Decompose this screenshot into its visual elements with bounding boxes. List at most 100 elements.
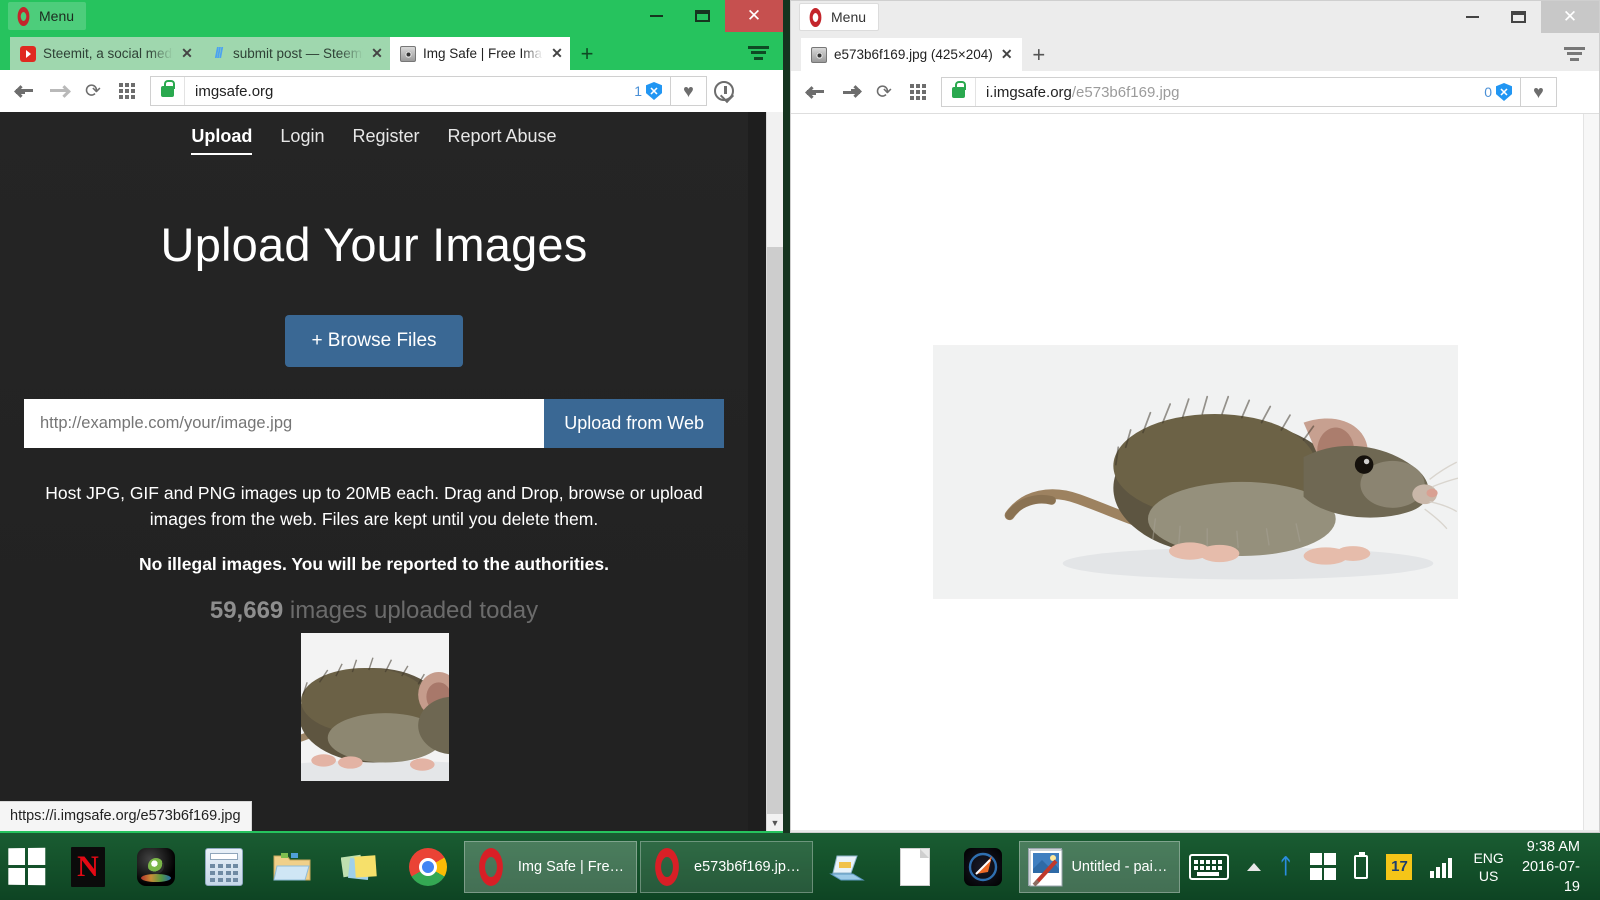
- right-page-scrollbar[interactable]: [1583, 114, 1599, 830]
- left-browser-toolbar[interactable]: ⟳ imgsafe.org 1 ✕ ♥: [0, 70, 783, 112]
- tab-steemit[interactable]: Steemit, a social media ✕: [10, 37, 200, 70]
- blocked-ads-counter[interactable]: 1 ✕: [634, 82, 670, 100]
- tab-menu-icon[interactable]: [748, 45, 769, 63]
- site-security-button[interactable]: [151, 77, 185, 105]
- tab-close-icon[interactable]: ✕: [180, 45, 194, 62]
- right-window-controls[interactable]: ✕: [1449, 1, 1599, 33]
- reload-button[interactable]: ⟳: [76, 74, 110, 108]
- maximize-button[interactable]: [679, 0, 725, 32]
- taskbar-icon-netflix[interactable]: N: [54, 833, 122, 900]
- taskbar-window-buttons[interactable]: Img Safe | Fre… e573b6f169.jp…: [463, 840, 814, 893]
- taskbar-icon-calculator[interactable]: [190, 833, 258, 900]
- new-tab-button[interactable]: +: [570, 37, 604, 70]
- opera-menu-button[interactable]: Menu: [8, 2, 87, 30]
- uploaded-image-thumbnail[interactable]: [301, 633, 449, 781]
- image-url-input[interactable]: [24, 399, 545, 448]
- quick-launch-area[interactable]: N: [54, 833, 462, 900]
- site-security-button[interactable]: [942, 78, 976, 106]
- minimize-button[interactable]: [1449, 1, 1495, 33]
- speed-dial-button[interactable]: [110, 74, 144, 108]
- tab-close-icon[interactable]: ✕: [550, 45, 564, 62]
- right-browser-toolbar[interactable]: ⟳ i.imgsafe.org/e573b6f169.jpg 0 ✕ ♥: [791, 71, 1599, 113]
- taskbar-icon-camera[interactable]: [122, 833, 190, 900]
- close-button[interactable]: ✕: [1541, 1, 1599, 33]
- upload-counter: 59,669 images uploaded today: [0, 597, 748, 625]
- address-bar[interactable]: i.imgsafe.org/e573b6f169.jpg 0 ✕: [941, 77, 1521, 107]
- tab-img-safe[interactable]: Img Safe | Free Image ✕: [390, 37, 570, 70]
- upload-from-web-row[interactable]: Upload from Web: [24, 399, 724, 448]
- show-hidden-icons-button[interactable]: [1238, 833, 1270, 900]
- touch-keyboard-button[interactable]: [1180, 833, 1238, 900]
- taskbar-icon-document[interactable]: [881, 833, 949, 900]
- downloads-button[interactable]: [707, 74, 741, 108]
- clock[interactable]: 9:38 AM 2016-07-19: [1516, 837, 1592, 897]
- reload-icon: ⟳: [85, 80, 101, 102]
- save-to-favorites-button[interactable]: ♥: [671, 76, 707, 106]
- taskbar-icon-scanner[interactable]: [813, 833, 881, 900]
- language-indicator[interactable]: ENG US: [1461, 849, 1515, 885]
- tab-menu-icon[interactable]: [1564, 46, 1585, 64]
- viewed-image[interactable]: [932, 345, 1458, 599]
- back-button[interactable]: [799, 75, 833, 109]
- clock-date: 2016-07-19: [1521, 858, 1580, 895]
- minimize-button[interactable]: [633, 0, 679, 32]
- taskbar-icon-sticky-notes[interactable]: [326, 833, 394, 900]
- calendar-button[interactable]: 17: [1377, 833, 1421, 900]
- tab-close-icon[interactable]: ✕: [370, 45, 384, 62]
- start-button[interactable]: [0, 833, 54, 900]
- left-page-scrollbar[interactable]: ▲ ▼: [766, 112, 783, 831]
- save-to-favorites-button[interactable]: ♥: [1521, 77, 1557, 107]
- left-tabstrip[interactable]: Steemit, a social media ✕ /// submit pos…: [0, 32, 783, 70]
- close-button[interactable]: ✕: [725, 0, 783, 32]
- system-tray[interactable]: ᛏ 17 ENG US 9:38 AM 2016-07-19: [1180, 833, 1600, 900]
- taskbar[interactable]: N Img Safe | Fre… e573b6f169.jp… Untitle…: [0, 833, 1600, 900]
- battery-status-button[interactable]: [1345, 833, 1377, 900]
- language-line2: US: [1478, 867, 1499, 884]
- tab-submit-post[interactable]: /// submit post — Steemit ✕: [200, 37, 390, 70]
- imgsafe-upload-page: Upload Login Register Report Abuse Uploa…: [0, 112, 748, 657]
- tab-close-icon[interactable]: ✕: [1000, 46, 1014, 63]
- action-center-button[interactable]: [1301, 833, 1346, 900]
- taskbar-extra-icons[interactable]: [813, 833, 1017, 900]
- nav-item-login[interactable]: Login: [280, 126, 324, 155]
- opera-menu-button-right[interactable]: Menu: [799, 3, 880, 31]
- taskbar-icon-chrome[interactable]: [394, 833, 462, 900]
- rat-full-image: [932, 346, 1458, 598]
- taskbar-icon-foobar[interactable]: [949, 833, 1017, 900]
- opera-menu-label: Menu: [39, 8, 75, 24]
- new-tab-button[interactable]: +: [1022, 38, 1056, 71]
- maximize-button[interactable]: [1495, 1, 1541, 33]
- speed-dial-button[interactable]: [901, 75, 935, 109]
- left-window-controls[interactable]: ✕: [633, 0, 783, 32]
- opera-window-image-viewer[interactable]: Menu ✕ e573b6f169.jpg (425×204) ✕ + ⟳ i.…: [790, 0, 1600, 833]
- nav-item-register[interactable]: Register: [352, 126, 419, 155]
- forward-button[interactable]: [833, 75, 867, 109]
- opera-window-imgsafe[interactable]: Menu ✕ Steemit, a social media ✕ /// sub…: [0, 0, 783, 833]
- reload-button[interactable]: ⟳: [867, 75, 901, 109]
- scrollbar-thumb[interactable]: [767, 112, 783, 247]
- page-warning: No illegal images. You will be reported …: [139, 554, 609, 574]
- tab-image-file[interactable]: e573b6f169.jpg (425×204) ✕: [801, 38, 1022, 71]
- nav-item-report-abuse[interactable]: Report Abuse: [448, 126, 557, 155]
- back-button[interactable]: [8, 74, 42, 108]
- battery-saver-button[interactable]: [741, 74, 775, 108]
- upload-from-web-button[interactable]: Upload from Web: [544, 399, 724, 448]
- url-text[interactable]: i.imgsafe.org/e573b6f169.jpg: [976, 84, 1484, 101]
- browse-files-button[interactable]: + Browse Files: [285, 315, 463, 367]
- battery-saver-button[interactable]: [1557, 75, 1591, 109]
- taskbar-icon-file-explorer[interactable]: [258, 833, 326, 900]
- url-text[interactable]: imgsafe.org: [185, 83, 634, 100]
- nav-item-upload[interactable]: Upload: [191, 126, 253, 155]
- network-button[interactable]: [1421, 833, 1461, 900]
- scroll-down-button[interactable]: ▼: [767, 814, 783, 831]
- address-bar[interactable]: imgsafe.org 1 ✕: [150, 76, 671, 106]
- taskbar-task-image-file[interactable]: e573b6f169.jp…: [640, 840, 814, 893]
- forward-button[interactable]: [42, 74, 76, 108]
- right-tabstrip[interactable]: e573b6f169.jpg (425×204) ✕ +: [791, 33, 1599, 71]
- taskbar-task-img-safe[interactable]: Img Safe | Fre…: [463, 840, 638, 893]
- site-nav[interactable]: Upload Login Register Report Abuse: [0, 112, 748, 155]
- taskbar-paint-task-area[interactable]: Untitled - pai…: [1019, 840, 1181, 893]
- blocked-ads-counter[interactable]: 0 ✕: [1484, 83, 1520, 101]
- taskbar-task-paint[interactable]: Untitled - pai…: [1019, 840, 1181, 893]
- bluetooth-button[interactable]: ᛏ: [1270, 833, 1301, 900]
